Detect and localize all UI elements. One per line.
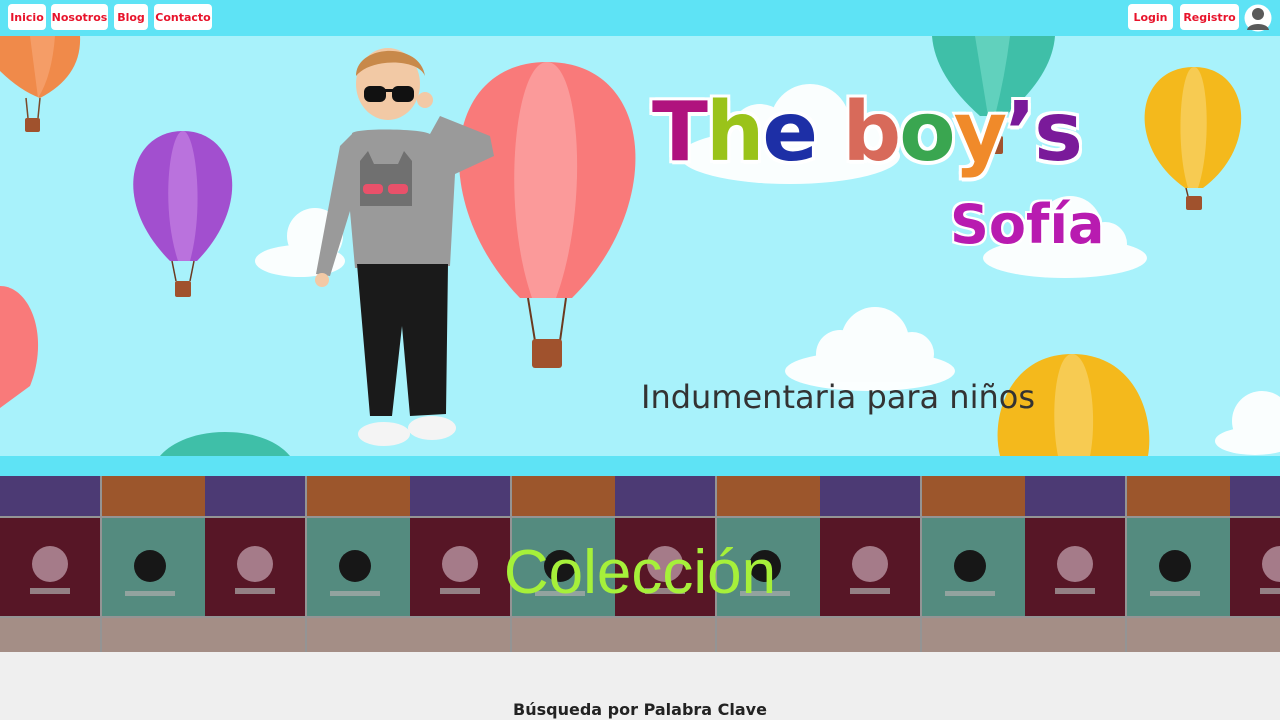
brand-title-letter: e [762,85,818,180]
nav-nosotros-button[interactable]: Nosotros [51,4,108,30]
hot-air-balloon-icon [0,36,81,132]
login-button[interactable]: Login [1128,4,1173,30]
brand-title-letter: b [842,85,902,180]
divider-strip [0,456,1280,476]
brand-subtitle: Sofía [950,193,1105,256]
hero-tagline: Indumentaria para niños [641,378,1035,416]
hot-air-balloon-icon [133,131,233,297]
brand-title-letter [816,85,843,180]
hot-air-balloon-icon [160,432,290,456]
search-section-title: Búsqueda por Palabra Clave [513,700,767,719]
collection-title: Colección [503,538,777,607]
collection-banner[interactable]: Colección [0,476,1280,652]
cloud-icon [1215,391,1280,455]
nav-inicio-button[interactable]: Inicio [8,4,46,30]
brand-title-letters: The boy’s [652,85,1083,180]
brand-title: The boy’s [652,92,1083,174]
boy-model-image [315,48,494,446]
hot-air-balloon-icon [458,62,636,368]
hot-air-balloon-icon [0,286,39,408]
brand-title-letter: T [652,85,708,180]
brand-title-letter: h [705,85,764,180]
registro-button[interactable]: Registro [1180,4,1239,30]
top-navbar: Inicio Nosotros Blog Contacto Login Regi… [0,0,1280,36]
hero-banner: The boy’s Sofía Indumentaria para niños [0,36,1280,456]
user-avatar-icon[interactable] [1244,4,1272,32]
brand-title-letter: y [953,85,1007,180]
nav-contacto-button[interactable]: Contacto [154,4,212,30]
brand-title-letter: ’s [1005,85,1083,180]
nav-blog-button[interactable]: Blog [114,4,148,30]
hot-air-balloon-icon [1144,67,1242,210]
brand-title-letter: o [899,85,955,180]
